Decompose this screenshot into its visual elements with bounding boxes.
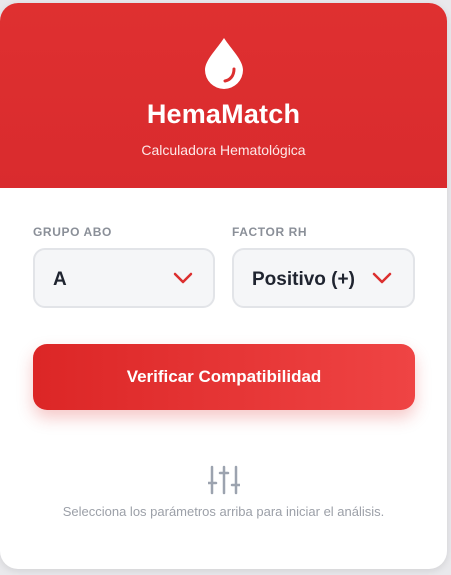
rh-factor-label: FACTOR RH <box>232 225 308 239</box>
verify-compatibility-button[interactable]: Verificar Compatibilidad <box>33 344 415 410</box>
app-header: HemaMatch Calculadora Hematológica <box>0 3 447 188</box>
rh-factor-value: Positivo (+) <box>252 269 355 290</box>
app-title: HemaMatch <box>146 99 301 129</box>
calculator-card: HemaMatch Calculadora Hematológica GRUPO… <box>0 3 447 569</box>
abo-group-label: GRUPO ABO <box>33 225 112 239</box>
app-subtitle: Calculadora Hematológica <box>141 142 306 158</box>
rh-factor-select[interactable]: Positivo (+) <box>232 248 415 308</box>
empty-state-message: Selecciona los parámetros arriba para in… <box>62 504 385 519</box>
abo-group-select[interactable]: A <box>33 248 215 308</box>
chevron-down-icon <box>173 272 193 284</box>
blood-drop-icon <box>205 38 243 89</box>
chevron-down-icon <box>372 272 392 284</box>
abo-group-value: A <box>53 269 67 290</box>
sliders-icon <box>208 465 240 495</box>
